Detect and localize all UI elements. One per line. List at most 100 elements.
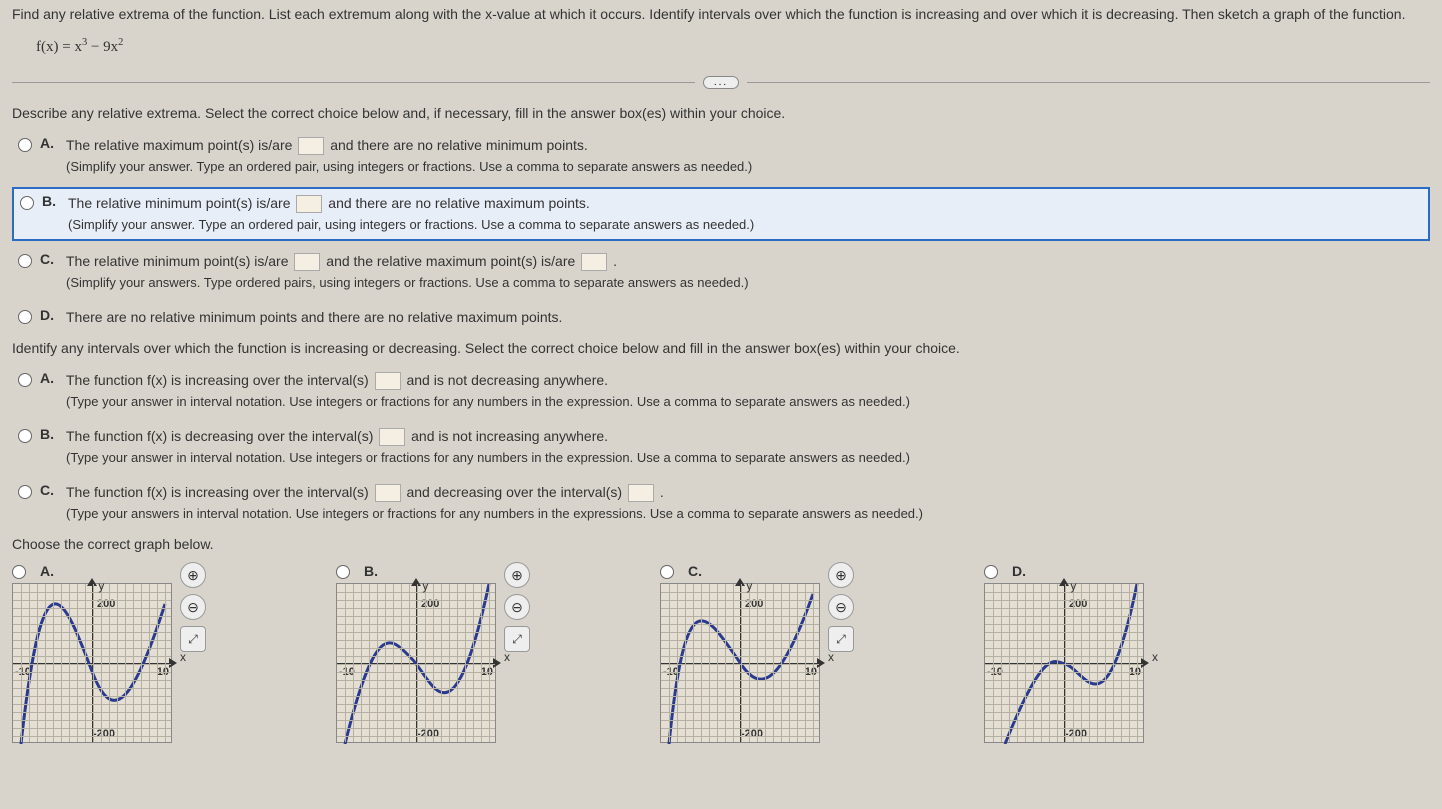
- answer-input[interactable]: [628, 484, 654, 502]
- text: and is not increasing anywhere.: [411, 428, 608, 444]
- choice-text: The function f(x) is increasing over the…: [66, 482, 1424, 524]
- graph-option-c: C. 200 -200 -10 10 x y ⊕ ⊖: [660, 562, 854, 743]
- answer-input[interactable]: [294, 253, 320, 271]
- text: The function f(x) is increasing over the…: [66, 484, 373, 500]
- divider: ...: [12, 76, 1430, 89]
- expand-icon[interactable]: ⤢: [828, 626, 854, 652]
- answer-input[interactable]: [379, 428, 405, 446]
- answer-input[interactable]: [375, 484, 401, 502]
- choice-label: C.: [688, 563, 706, 579]
- axis-y-label: y: [746, 579, 752, 593]
- choice-label: B.: [364, 563, 382, 579]
- zoom-in-icon[interactable]: ⊕: [504, 562, 530, 588]
- radio-q1-c[interactable]: [18, 254, 32, 268]
- expand-icon[interactable]: ⤢: [180, 626, 206, 652]
- text: and decreasing over the interval(s): [406, 484, 625, 500]
- zoom-out-icon[interactable]: ⊖: [828, 594, 854, 620]
- graph-b[interactable]: 200 -200 -10 10 x y: [336, 583, 496, 743]
- choice-text: There are no relative minimum points and…: [66, 307, 1424, 328]
- hint: (Type your answer in interval notation. …: [66, 450, 910, 465]
- text: .: [660, 484, 664, 500]
- answer-input[interactable]: [298, 137, 324, 155]
- axis-y-label: y: [98, 579, 104, 593]
- problem-intro: Find any relative extrema of the functio…: [12, 0, 1430, 33]
- zoom-in-icon[interactable]: ⊕: [180, 562, 206, 588]
- axis-y-label: y: [422, 579, 428, 593]
- answer-input[interactable]: [375, 372, 401, 390]
- q1-choice-c[interactable]: C. The relative minimum point(s) is/are …: [12, 247, 1430, 297]
- q1-choice-b[interactable]: B. The relative minimum point(s) is/are …: [12, 187, 1430, 241]
- radio-q1-a[interactable]: [18, 138, 32, 152]
- q1-prompt: Describe any relative extrema. Select th…: [12, 105, 1430, 121]
- graph-option-b: B. 200 -200 -10 10 x y ⊕ ⊖: [336, 562, 530, 743]
- text: The function f(x) is decreasing over the…: [66, 428, 377, 444]
- choice-text: The relative minimum point(s) is/are and…: [66, 251, 1424, 293]
- radio-q3-c[interactable]: [660, 565, 674, 579]
- choice-text: The relative minimum point(s) is/are and…: [68, 193, 1422, 235]
- radio-q2-c[interactable]: [18, 485, 32, 499]
- choice-text: The function f(x) is decreasing over the…: [66, 426, 1424, 468]
- text: and the relative maximum point(s) is/are: [326, 253, 579, 269]
- graph-c[interactable]: 200 -200 -10 10 x y: [660, 583, 820, 743]
- divider-line: [747, 82, 1430, 83]
- choice-label: D.: [40, 307, 58, 323]
- q2-choice-c[interactable]: C. The function f(x) is increasing over …: [12, 478, 1430, 528]
- axis-x-label: x: [828, 650, 834, 664]
- zoom-in-icon[interactable]: ⊕: [828, 562, 854, 588]
- radio-q2-b[interactable]: [18, 429, 32, 443]
- axis-x-label: x: [504, 650, 510, 664]
- more-button[interactable]: ...: [703, 76, 739, 89]
- q2-choice-b[interactable]: B. The function f(x) is decreasing over …: [12, 422, 1430, 472]
- graph-a[interactable]: 200 -200 -10 10 x y: [12, 583, 172, 743]
- function-formula: f(x) = x3 − 9x2: [12, 33, 1430, 68]
- zoom-out-icon[interactable]: ⊖: [180, 594, 206, 620]
- text: The relative minimum point(s) is/are: [66, 253, 292, 269]
- q2-prompt: Identify any intervals over which the fu…: [12, 340, 1430, 356]
- choice-label: C.: [40, 251, 58, 267]
- q3-prompt: Choose the correct graph below.: [12, 536, 1430, 552]
- text: and there are no relative maximum points…: [328, 195, 589, 211]
- text: There are no relative minimum points and…: [66, 309, 562, 325]
- tick-yneg: -200: [1065, 728, 1087, 740]
- hint: (Simplify your answer. Type an ordered p…: [68, 217, 754, 232]
- q1-choice-d[interactable]: D. There are no relative minimum points …: [12, 303, 1430, 332]
- q2-choice-a[interactable]: A. The function f(x) is increasing over …: [12, 366, 1430, 416]
- text: and there are no relative minimum points…: [330, 137, 588, 153]
- choice-label: A.: [40, 370, 58, 386]
- choice-label: A.: [40, 563, 58, 579]
- text: The relative minimum point(s) is/are: [68, 195, 294, 211]
- zoom-out-icon[interactable]: ⊖: [504, 594, 530, 620]
- hint: (Simplify your answer. Type an ordered p…: [66, 159, 752, 174]
- radio-q2-a[interactable]: [18, 373, 32, 387]
- answer-input[interactable]: [581, 253, 607, 271]
- hint: (Type your answer in interval notation. …: [66, 394, 910, 409]
- expand-icon[interactable]: ⤢: [504, 626, 530, 652]
- answer-input[interactable]: [296, 195, 322, 213]
- text: and is not decreasing anywhere.: [406, 372, 608, 388]
- choice-text: The relative maximum point(s) is/are and…: [66, 135, 1424, 177]
- radio-q3-b[interactable]: [336, 565, 350, 579]
- text: The relative maximum point(s) is/are: [66, 137, 296, 153]
- tick-yneg: -200: [93, 728, 115, 740]
- graph-d[interactable]: 200 -200 -10 10 x y: [984, 583, 1144, 743]
- radio-q3-d[interactable]: [984, 565, 998, 579]
- tick-yneg: -200: [417, 728, 439, 740]
- choice-label: C.: [40, 482, 58, 498]
- radio-q1-d[interactable]: [18, 310, 32, 324]
- divider-line: [12, 82, 695, 83]
- choice-label: B.: [40, 426, 58, 442]
- graph-option-a: A. 200 -200 -10 10 x y ⊕ ⊖: [12, 562, 206, 743]
- radio-q1-b[interactable]: [20, 196, 34, 210]
- axis-x-label: x: [1152, 650, 1158, 664]
- hint: (Type your answers in interval notation.…: [66, 506, 923, 521]
- choice-label: B.: [42, 193, 60, 209]
- text: .: [613, 253, 617, 269]
- graph-row: A. 200 -200 -10 10 x y ⊕ ⊖: [12, 562, 1430, 743]
- choice-label: D.: [1012, 563, 1030, 579]
- choice-label: A.: [40, 135, 58, 151]
- axis-y-label: y: [1070, 579, 1076, 593]
- choice-text: The function f(x) is increasing over the…: [66, 370, 1424, 412]
- radio-q3-a[interactable]: [12, 565, 26, 579]
- q1-choice-a[interactable]: A. The relative maximum point(s) is/are …: [12, 131, 1430, 181]
- tick-yneg: -200: [741, 728, 763, 740]
